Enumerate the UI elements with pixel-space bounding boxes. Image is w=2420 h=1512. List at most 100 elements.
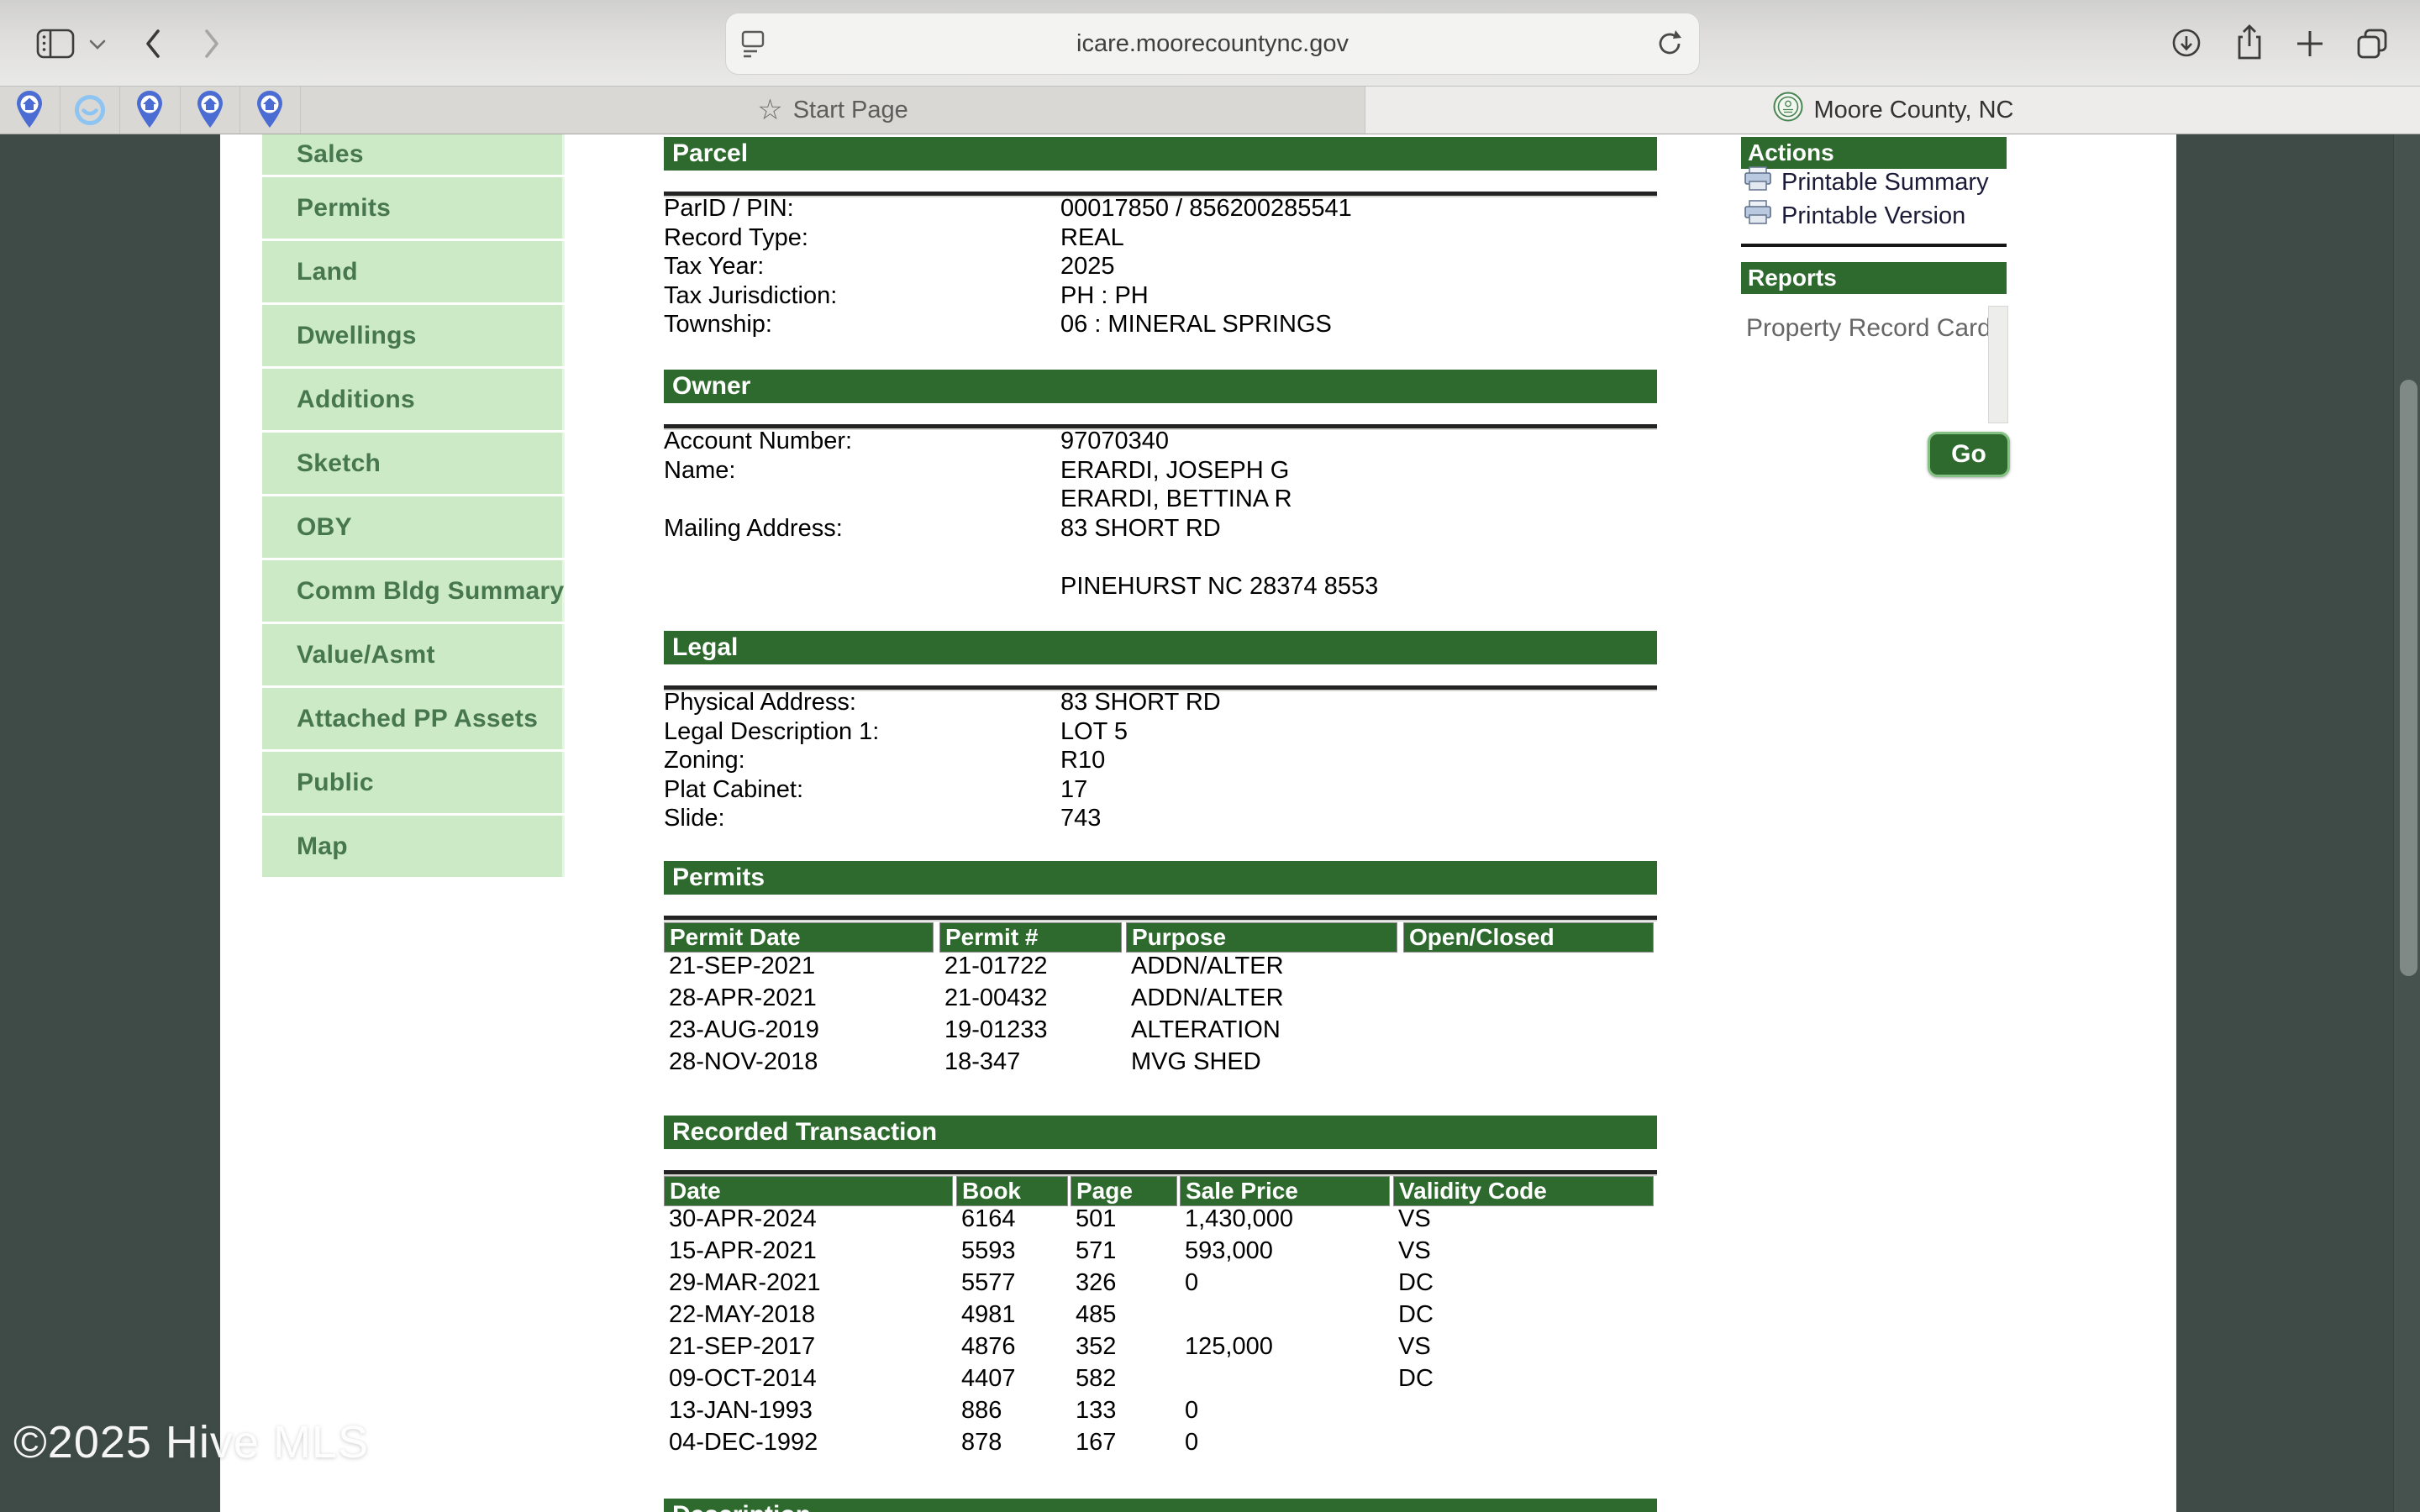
downloads-icon[interactable]: [2168, 24, 2205, 61]
back-button[interactable]: [141, 26, 165, 61]
table-cell: 04-DEC-1992: [664, 1426, 953, 1458]
county-seal-favicon: [1772, 91, 1804, 129]
sidebar-item-oby[interactable]: OBY: [262, 496, 565, 558]
page-scrollbar-thumb[interactable]: [2400, 380, 2417, 976]
field-label: Township:: [664, 310, 772, 339]
section-header: Recorded Transaction: [664, 1116, 1657, 1149]
sidebar-item-label: OBY: [297, 513, 352, 542]
field-label: Account Number:: [664, 427, 852, 455]
table-cell: DC: [1393, 1299, 1654, 1331]
table-cell: 593,000: [1180, 1235, 1390, 1267]
sidebar-toggle-icon[interactable]: [35, 26, 76, 61]
sidebar-item-permits[interactable]: Permits: [262, 177, 565, 239]
printable-summary-link[interactable]: Printable Summary: [1743, 167, 1989, 197]
reports-listbox[interactable]: Property Record Card: [1741, 304, 2010, 427]
column-header: Validity Code: [1393, 1176, 1654, 1206]
url-text: icare.moorecountync.gov: [1076, 30, 1349, 58]
sidebar-item-label: Dwellings: [297, 322, 417, 350]
field-row: Slide:743: [664, 804, 1657, 832]
sidebar-item-value-asmt[interactable]: Value/Asmt: [262, 624, 565, 685]
table-cell: [1403, 1014, 1654, 1046]
tab-overview-icon[interactable]: [2353, 24, 2391, 63]
action-link-label: Printable Summary: [1781, 169, 1989, 197]
sidebar-item-label: Additions: [297, 386, 415, 414]
field-row: ParID / PIN:00017850 / 856200285541: [664, 194, 1657, 223]
listbox-scrollbar[interactable]: [1988, 306, 2008, 423]
sidebar-item-land[interactable]: Land: [262, 241, 565, 302]
sidebar-item-label: Sales: [297, 140, 364, 169]
printable-version-link[interactable]: Printable Version: [1743, 201, 1965, 231]
new-tab-icon[interactable]: [2292, 26, 2328, 61]
table-cell: 485: [1071, 1299, 1177, 1331]
pinned-tab-home-pin[interactable]: [0, 87, 60, 134]
table-cell: [1393, 1394, 1654, 1426]
field-label: Mailing Address:: [664, 514, 843, 543]
table-cell: 571: [1071, 1235, 1177, 1267]
table-cell: 167: [1071, 1426, 1177, 1458]
table-cell: 6164: [956, 1203, 1068, 1235]
sidebar-item-label: Map: [297, 832, 348, 861]
field-label: Legal Description 1:: [664, 717, 879, 746]
table-cell: [1403, 982, 1654, 1014]
field-row: Zoning:R10: [664, 746, 1657, 774]
go-button[interactable]: Go: [1928, 432, 2010, 477]
parcel-section: Parcel ParID / PIN:00017850 / 8562002855…: [664, 137, 1657, 355]
table-cell: MVG SHED: [1126, 1046, 1397, 1078]
sidebar-item-label: Attached PP Assets: [297, 705, 538, 733]
table-cell: 21-SEP-2017: [664, 1331, 953, 1362]
table-cell: 326: [1071, 1267, 1177, 1299]
address-bar[interactable]: icare.moorecountync.gov: [725, 13, 1700, 75]
table-cell: 0: [1180, 1267, 1390, 1299]
sidebar-item-sketch[interactable]: Sketch: [262, 433, 565, 494]
table-cell: [1403, 1046, 1654, 1078]
pinned-tab-home-pin[interactable]: [181, 87, 241, 134]
recorded-transaction-section: Recorded Transaction DateBookPageSale Pr…: [664, 1116, 1657, 1477]
sidebar-item-public[interactable]: Public: [262, 752, 565, 813]
sidebar-item-additions[interactable]: Additions: [262, 369, 565, 430]
table-cell: VS: [1393, 1235, 1654, 1267]
report-option[interactable]: Property Record Card: [1746, 314, 1991, 343]
field-row: Physical Address:83 SHORT RD: [664, 688, 1657, 717]
pinned-tab-home-pin[interactable]: [120, 87, 181, 134]
table-cell: 15-APR-2021: [664, 1235, 953, 1267]
field-label: Name:: [664, 456, 735, 485]
table-cell: 125,000: [1180, 1331, 1390, 1362]
reload-icon[interactable]: [1654, 28, 1686, 66]
sidebar-item-comm-bldg-summary[interactable]: Comm Bldg Summary: [262, 560, 565, 622]
pinned-tab-smiley[interactable]: [60, 87, 121, 134]
chevron-down-icon[interactable]: [87, 38, 108, 51]
table-cell: 18-347: [939, 1046, 1122, 1078]
field-value: 17: [1060, 775, 1087, 804]
table-cell: 21-SEP-2021: [664, 950, 934, 982]
sidebar-item-map[interactable]: Map: [262, 816, 565, 877]
star-icon: ☆: [757, 96, 782, 124]
sidebar-item-label: Permits: [297, 194, 391, 223]
safari-window: icare.moorecountync.gov: [0, 0, 2420, 1512]
sidebar-item-label: Public: [297, 769, 374, 797]
table-cell: [1403, 950, 1654, 982]
table-cell: 28-NOV-2018: [664, 1046, 934, 1078]
section-header: Parcel: [664, 137, 1657, 171]
tab-start-page[interactable]: ☆ Start Page: [301, 87, 1365, 134]
field-value: 97070340: [1060, 427, 1169, 455]
field-value: PINEHURST NC 28374 8553: [1060, 572, 1378, 601]
table-cell: 4876: [956, 1331, 1068, 1362]
field-value: 743: [1060, 804, 1101, 832]
forward-button[interactable]: [200, 26, 224, 61]
sidebar-item-dwellings[interactable]: Dwellings: [262, 305, 565, 366]
field-row: Account Number: 97070340: [664, 427, 1657, 455]
sidebar-item-sales[interactable]: Sales: [262, 134, 565, 175]
sidebar-item-attached-pp-assets[interactable]: Attached PP Assets: [262, 688, 565, 749]
tab-moore-county[interactable]: Moore County, NC: [1365, 87, 2420, 134]
share-icon[interactable]: [2230, 23, 2269, 63]
column-header: Purpose: [1126, 922, 1397, 953]
browser-toolbar: icare.moorecountync.gov: [0, 0, 2420, 87]
pinned-tab-home-pin[interactable]: [240, 87, 301, 134]
divider: [664, 916, 1657, 921]
column-header: Sale Price: [1180, 1176, 1390, 1206]
table-cell: VS: [1393, 1203, 1654, 1235]
column-header: Open/Closed: [1403, 922, 1654, 953]
section-header: Description: [664, 1499, 1657, 1512]
section-header: Permits: [664, 861, 1657, 895]
page-format-icon[interactable]: [739, 29, 766, 67]
